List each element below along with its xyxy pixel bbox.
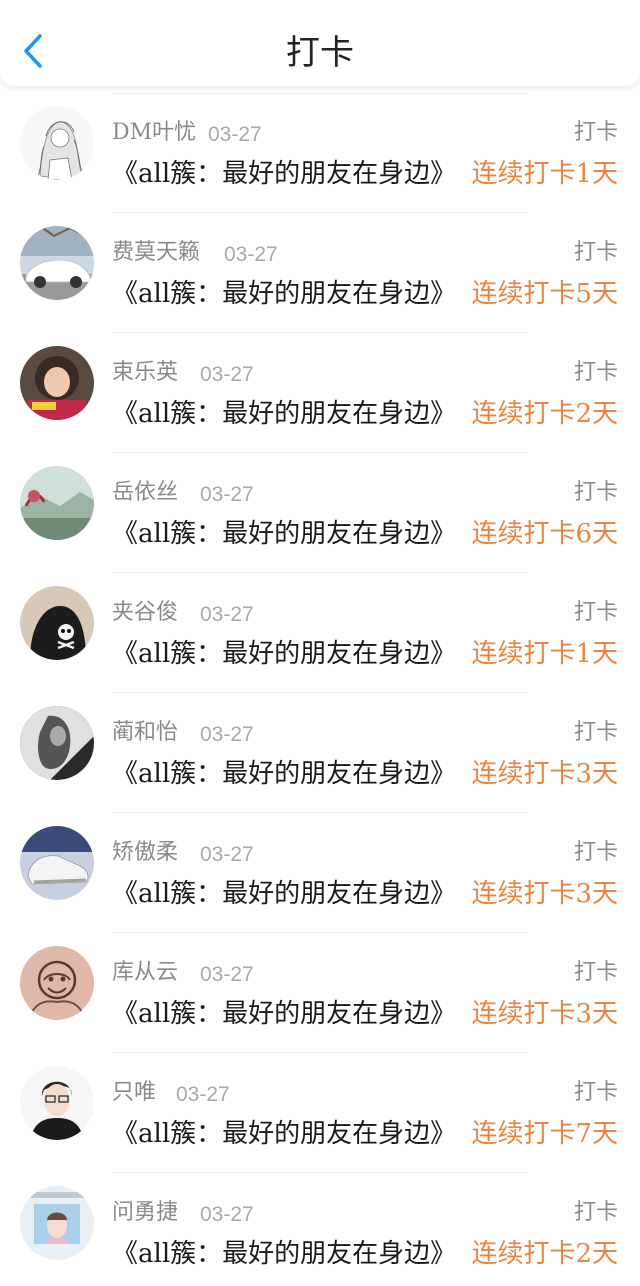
- header-bar: 打卡: [0, 0, 640, 86]
- avatar[interactable]: [20, 466, 94, 540]
- checkin-list-item[interactable]: 夹谷俊 03-27 打卡《all簇：最好的朋友在身边》 连续打卡1天: [0, 566, 640, 693]
- checkin-date: 03-27: [176, 1083, 230, 1106]
- checkin-list-item[interactable]: 只唯 03-27 打卡《all簇：最好的朋友在身边》 连续打卡7天: [0, 1046, 640, 1173]
- checkin-list-item[interactable]: 蔺和怡 03-27 打卡《all簇：最好的朋友在身边》 连续打卡3天: [0, 686, 640, 813]
- book-title[interactable]: 《all簇：最好的朋友在身边》: [112, 636, 456, 672]
- streak-label: 连续打卡3天: [471, 759, 618, 789]
- avatar[interactable]: [20, 826, 94, 900]
- avatar[interactable]: [20, 346, 94, 420]
- checkin-action-label: 打卡: [573, 480, 618, 505]
- book-title[interactable]: 《all簇：最好的朋友在身边》: [112, 396, 456, 432]
- streak-label: 连续打卡3天: [471, 999, 618, 1029]
- checkin-action-label: 打卡: [573, 120, 618, 145]
- checkin-date: 03-27: [200, 603, 254, 626]
- user-name[interactable]: 费莫天籁: [112, 238, 200, 268]
- streak-label: 连续打卡5天: [471, 279, 618, 309]
- avatar[interactable]: [20, 106, 94, 180]
- streak-label: 连续打卡3天: [471, 879, 618, 909]
- user-name[interactable]: 问勇捷: [112, 1198, 178, 1228]
- streak-label: 连续打卡6天: [471, 519, 618, 549]
- checkin-list-item[interactable]: 矫傲柔 03-27 打卡《all簇：最好的朋友在身边》 连续打卡3天: [0, 806, 640, 933]
- avatar[interactable]: [20, 226, 94, 300]
- checkin-action-label: 打卡: [573, 840, 618, 865]
- checkin-date: 03-27: [224, 243, 278, 266]
- checkin-list-item[interactable]: 问勇捷 03-27 打卡《all簇：最好的朋友在身边》 连续打卡2天: [0, 1166, 640, 1286]
- checkin-action-label: 打卡: [573, 240, 618, 265]
- avatar[interactable]: [20, 706, 94, 780]
- checkin-date: 03-27: [200, 363, 254, 386]
- checkin-list: DM叶忧 03-27 打卡 《all簇：最好的朋友在身边》 连续打卡1天 费莫天籁 03-2…: [0, 86, 640, 1286]
- book-title[interactable]: 《all簇：最好的朋友在身边》: [112, 516, 456, 552]
- streak-label: 连续打卡2天: [471, 399, 618, 429]
- avatar[interactable]: [20, 946, 94, 1020]
- book-title[interactable]: 《all簇：最好的朋友在身边》: [112, 1116, 456, 1152]
- checkin-action-label: 打卡: [573, 720, 618, 745]
- checkin-action-label: 打卡: [573, 360, 618, 385]
- book-title[interactable]: 《all簇：最好的朋友在身边》: [112, 276, 456, 312]
- checkin-list-item[interactable]: 库从云 03-27 打卡《all簇：最好的朋友在身边》 连续打卡3天: [0, 926, 640, 1053]
- book-title[interactable]: 《all簇：最好的朋友在身边》: [112, 156, 456, 192]
- checkin-list-item[interactable]: DM叶忧 03-27 打卡《all簇：最好的朋友在身边》 连续打卡1天: [0, 86, 640, 213]
- user-name[interactable]: 库从云: [112, 958, 178, 988]
- avatar[interactable]: [20, 586, 94, 660]
- avatar[interactable]: [20, 1186, 94, 1260]
- streak-label: 连续打卡7天: [471, 1119, 618, 1149]
- book-title[interactable]: 《all簇：最好的朋友在身边》: [112, 996, 456, 1032]
- checkin-action-label: 打卡: [573, 1200, 618, 1225]
- user-name[interactable]: 蔺和怡: [112, 718, 178, 748]
- streak-label: 连续打卡1天: [471, 639, 618, 669]
- page-title: 打卡: [286, 33, 354, 73]
- checkin-date: 03-27: [208, 123, 262, 146]
- user-name[interactable]: 岳依丝: [112, 478, 178, 508]
- user-name[interactable]: 束乐英: [112, 358, 178, 388]
- streak-label: 连续打卡2天: [471, 1239, 618, 1269]
- checkin-date: 03-27: [200, 1203, 254, 1226]
- checkin-date: 03-27: [200, 723, 254, 746]
- checkin-date: 03-27: [200, 483, 254, 506]
- avatar[interactable]: [20, 1066, 94, 1140]
- user-name[interactable]: 夹谷俊: [112, 598, 178, 628]
- book-title[interactable]: 《all簇：最好的朋友在身边》: [112, 1236, 456, 1272]
- checkin-date: 03-27: [200, 963, 254, 986]
- user-name[interactable]: 只唯: [112, 1078, 156, 1108]
- book-title[interactable]: 《all簇：最好的朋友在身边》: [112, 756, 456, 792]
- checkin-action-label: 打卡: [573, 960, 618, 985]
- book-title[interactable]: 《all簇：最好的朋友在身边》: [112, 876, 456, 912]
- checkin-list-item[interactable]: 束乐英 03-27 打卡《all簇：最好的朋友在身边》 连续打卡2天: [0, 326, 640, 453]
- streak-label: 连续打卡1天: [471, 159, 618, 189]
- user-name[interactable]: DM叶忧: [112, 118, 196, 148]
- checkin-list-item[interactable]: 费莫天籁 03-27 打卡《all簇：最好的朋友在身边》 连续打卡5天: [0, 206, 640, 333]
- checkin-date: 03-27: [200, 843, 254, 866]
- checkin-list-item[interactable]: 岳依丝 03-27 打卡《all簇：最好的朋友在身边》 连续打卡6天: [0, 446, 640, 573]
- user-name[interactable]: 矫傲柔: [112, 838, 178, 868]
- checkin-action-label: 打卡: [573, 600, 618, 625]
- checkin-action-label: 打卡: [573, 1080, 618, 1105]
